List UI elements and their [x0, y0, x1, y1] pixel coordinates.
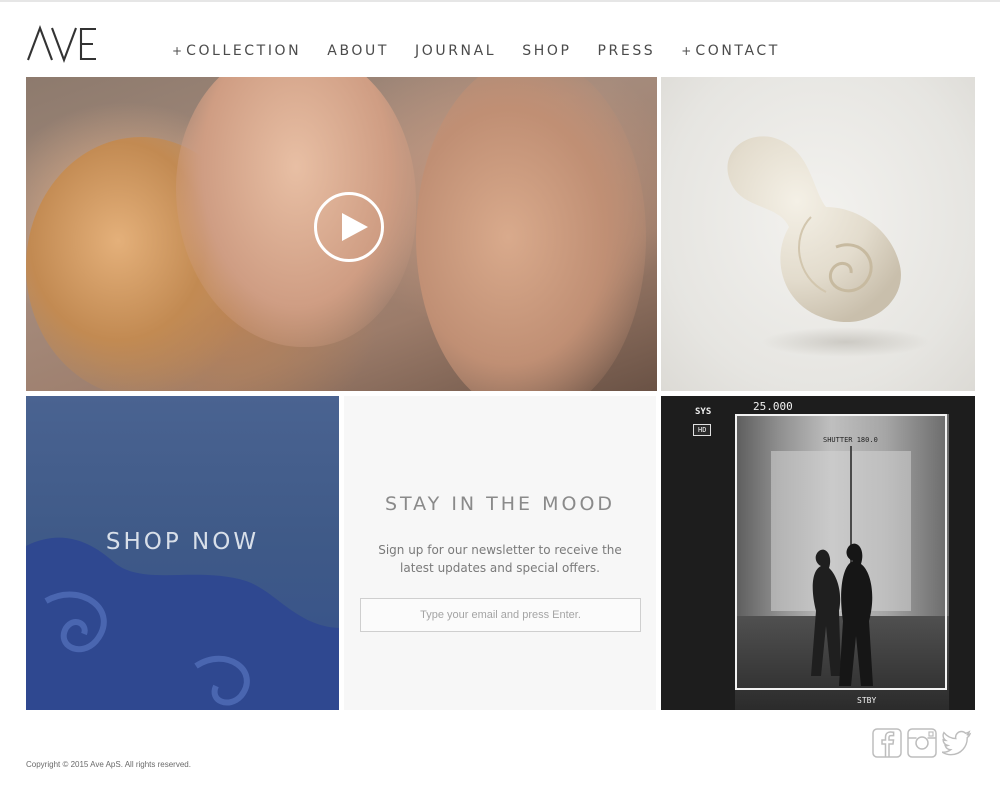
nav-item-shop[interactable]: SHOP [522, 43, 571, 59]
camera-iso-readout: 25.000 [753, 400, 793, 413]
newsletter-tile: STAY IN THE MOOD Sign up for our newslet… [344, 396, 656, 710]
nav-item-about[interactable]: ABOUT [327, 43, 389, 59]
nav-item-about-label: ABOUT [327, 43, 390, 59]
nav-item-collection-label: COLLECTION [186, 43, 302, 59]
nav-item-journal[interactable]: JOURNAL [415, 43, 496, 59]
play-icon [342, 213, 368, 241]
camera-mode-sub-badge: HD [693, 424, 712, 436]
facebook-icon[interactable] [872, 728, 902, 758]
nav-item-journal-label: JOURNAL [415, 43, 497, 59]
hero-image-arm [416, 77, 646, 391]
logo-text: AVE [26, 64, 27, 65]
hero-video-tile[interactable] [26, 77, 657, 391]
product-shape [727, 136, 901, 323]
instagram-icon[interactable] [907, 728, 937, 758]
behind-the-scenes-tile[interactable]: 25.000 SYS HD SHUTTER 180.0 STBY [661, 396, 975, 710]
product-image-tile[interactable] [661, 77, 975, 391]
shop-now-tile[interactable]: SHOP NOW [26, 396, 339, 710]
newsletter-text: Sign up for our newsletter to receive th… [378, 543, 622, 575]
newsletter-email-input[interactable] [360, 598, 641, 632]
ave-logo-mark [27, 25, 96, 63]
camera-shutter-readout: SHUTTER 180.0 [823, 436, 878, 444]
nav-item-contact-label: CONTACT [695, 43, 780, 59]
nav-item-contact-prefix: + [681, 44, 692, 58]
top-divider [0, 0, 1000, 2]
nav-item-press-label: PRESS [597, 43, 656, 59]
instagram-icon-glyph [907, 728, 937, 758]
nav-item-contact[interactable]: + CONTACT [681, 43, 780, 59]
twitter-icon[interactable] [942, 728, 972, 758]
nav-item-collection-prefix: + [172, 44, 183, 58]
main-nav: + COLLECTION ABOUT JOURNAL SHOP PRESS + CO… [172, 41, 780, 61]
camera-status-readout: STBY [857, 696, 877, 705]
newsletter-title: STAY IN THE MOOD [384, 493, 616, 515]
facebook-icon-glyph [872, 728, 902, 758]
copyright-text: Copyright © 2015 Ave ApS. All rights res… [26, 760, 191, 769]
camera-mode-label: SYS [695, 407, 712, 417]
nav-item-shop-label: SHOP [522, 43, 572, 59]
shop-now-label: SHOP NOW [105, 529, 260, 555]
ave-logo[interactable]: AVE [26, 24, 100, 64]
nav-item-collection[interactable]: + COLLECTION [172, 43, 301, 59]
nav-item-press[interactable]: PRESS [598, 43, 656, 59]
play-button[interactable] [314, 192, 384, 262]
camera-frame-guide [735, 414, 947, 690]
twitter-icon-glyph [942, 730, 972, 756]
